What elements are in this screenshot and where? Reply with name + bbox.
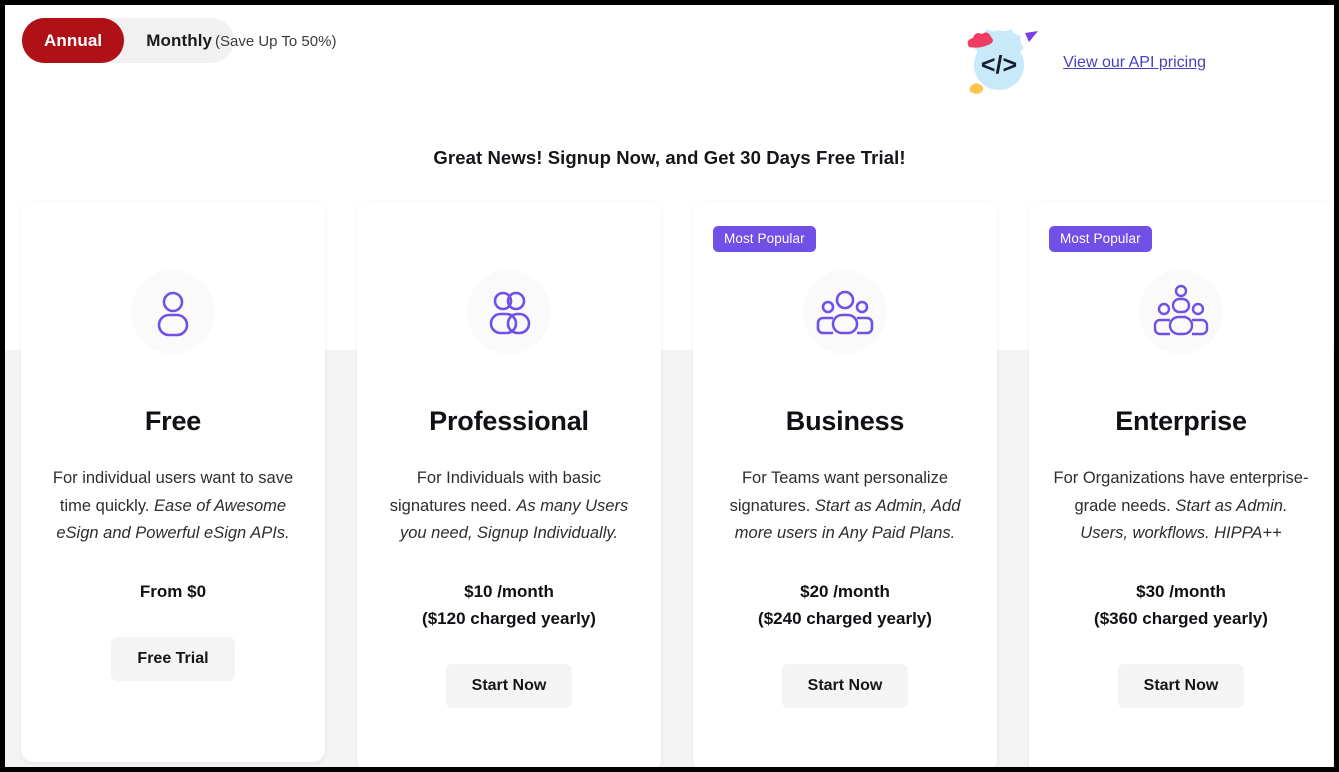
plan-price: $10 /month ($120 charged yearly) [379, 578, 639, 632]
plan-price-main: $10 /month [464, 581, 554, 601]
single-person-icon [131, 270, 215, 354]
plan-description: For Individuals with basic signatures ne… [379, 465, 639, 548]
plan-price-sub: ($240 charged yearly) [758, 608, 932, 628]
plan-cta-button[interactable]: Free Trial [111, 636, 235, 681]
three-people-group-icon [803, 270, 887, 354]
most-popular-badge: Most Popular [1049, 226, 1152, 252]
plan-description: For Organizations have enterprise-grade … [1051, 465, 1311, 548]
plan-price-sub: ($120 charged yearly) [422, 608, 596, 628]
plan-price-main: $20 /month [800, 581, 890, 601]
pricing-card-professional[interactable]: Professional For Individuals with basic … [357, 202, 661, 767]
plan-price-main: From $0 [139, 581, 207, 601]
plan-cta-button[interactable]: Start Now [781, 663, 909, 708]
plan-cta-button[interactable]: Start Now [445, 663, 573, 708]
plan-price: $20 /month ($240 charged yearly) [715, 578, 975, 632]
plan-price-sub: ($360 charged yearly) [1094, 608, 1268, 628]
pricing-cards: Free For individual users want to save t… [5, 5, 1334, 767]
five-people-group-icon [1139, 270, 1223, 354]
pricing-card-free[interactable]: Free For individual users want to save t… [21, 202, 325, 762]
plan-price: $30 /month ($360 charged yearly) [1051, 578, 1311, 632]
plan-price: From $0 [43, 578, 303, 605]
plan-name: Business [785, 406, 905, 436]
pricing-card-enterprise[interactable]: Most Popular Enterprise For Organization… [1029, 202, 1333, 767]
plan-cta-button[interactable]: Start Now [1117, 663, 1245, 708]
pricing-page: Annual Monthly (Save Up To 50%) </> View… [5, 5, 1334, 767]
plan-description: For Teams want personalize signatures. S… [715, 465, 975, 548]
plan-name: Free [144, 406, 202, 436]
plan-name: Professional [429, 406, 589, 436]
most-popular-badge: Most Popular [713, 226, 816, 252]
plan-description: For individual users want to save time q… [43, 465, 303, 548]
pricing-card-business[interactable]: Most Popular Business For Teams want per… [693, 202, 997, 767]
plan-price-main: $30 /month [1136, 581, 1226, 601]
plan-name: Enterprise [1115, 406, 1247, 436]
two-people-icon [467, 270, 551, 354]
